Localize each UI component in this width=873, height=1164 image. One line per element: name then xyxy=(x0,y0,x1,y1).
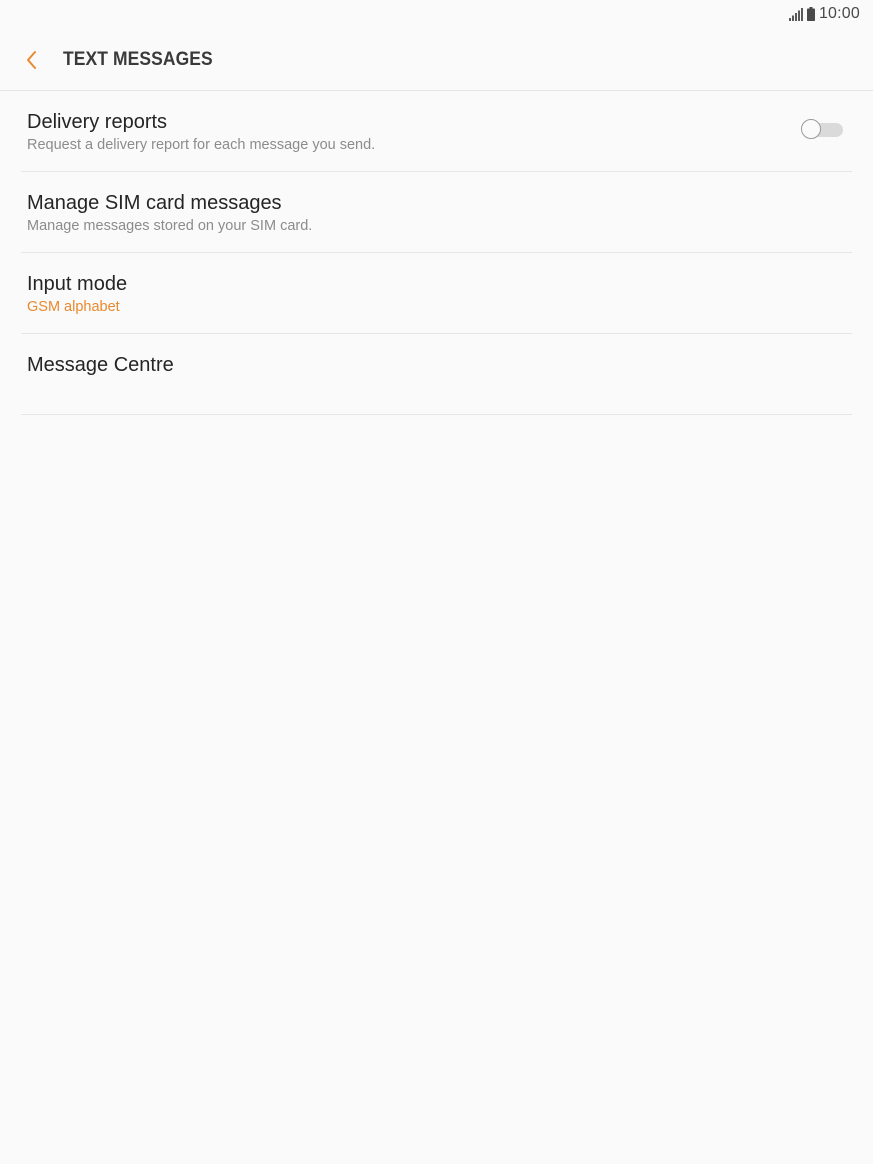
setting-subtitle: Manage messages stored on your SIM card. xyxy=(27,218,313,234)
app-bar: TEXT MESSAGES xyxy=(0,30,873,90)
setting-input-mode[interactable]: Input mode GSM alphabet xyxy=(21,253,852,334)
battery-icon xyxy=(806,7,815,21)
setting-title: Message Centre xyxy=(27,354,174,376)
setting-title: Manage SIM card messages xyxy=(27,192,282,214)
setting-title: Input mode xyxy=(27,273,128,295)
delivery-reports-toggle[interactable] xyxy=(801,119,843,141)
toggle-thumb xyxy=(801,119,821,139)
signal-icon xyxy=(788,7,803,21)
chevron-left-icon xyxy=(27,51,36,69)
page-title: TEXT MESSAGES xyxy=(63,49,213,70)
setting-title: Delivery reports xyxy=(27,111,168,133)
setting-message-centre[interactable]: Message Centre xyxy=(21,334,852,415)
status-clock: 10:00 xyxy=(818,5,860,22)
setting-delivery-reports[interactable]: Delivery reports Request a delivery repo… xyxy=(21,91,852,172)
settings-list: Delivery reports Request a delivery repo… xyxy=(0,91,873,415)
setting-manage-sim-card-messages[interactable]: Manage SIM card messages Manage messages… xyxy=(21,172,852,253)
setting-subtitle: Request a delivery report for each messa… xyxy=(27,137,376,153)
status-bar: 10:00 xyxy=(0,0,873,28)
setting-value: GSM alphabet xyxy=(27,299,120,315)
back-button[interactable] xyxy=(16,44,48,76)
status-indicators: 10:00 xyxy=(788,4,860,24)
